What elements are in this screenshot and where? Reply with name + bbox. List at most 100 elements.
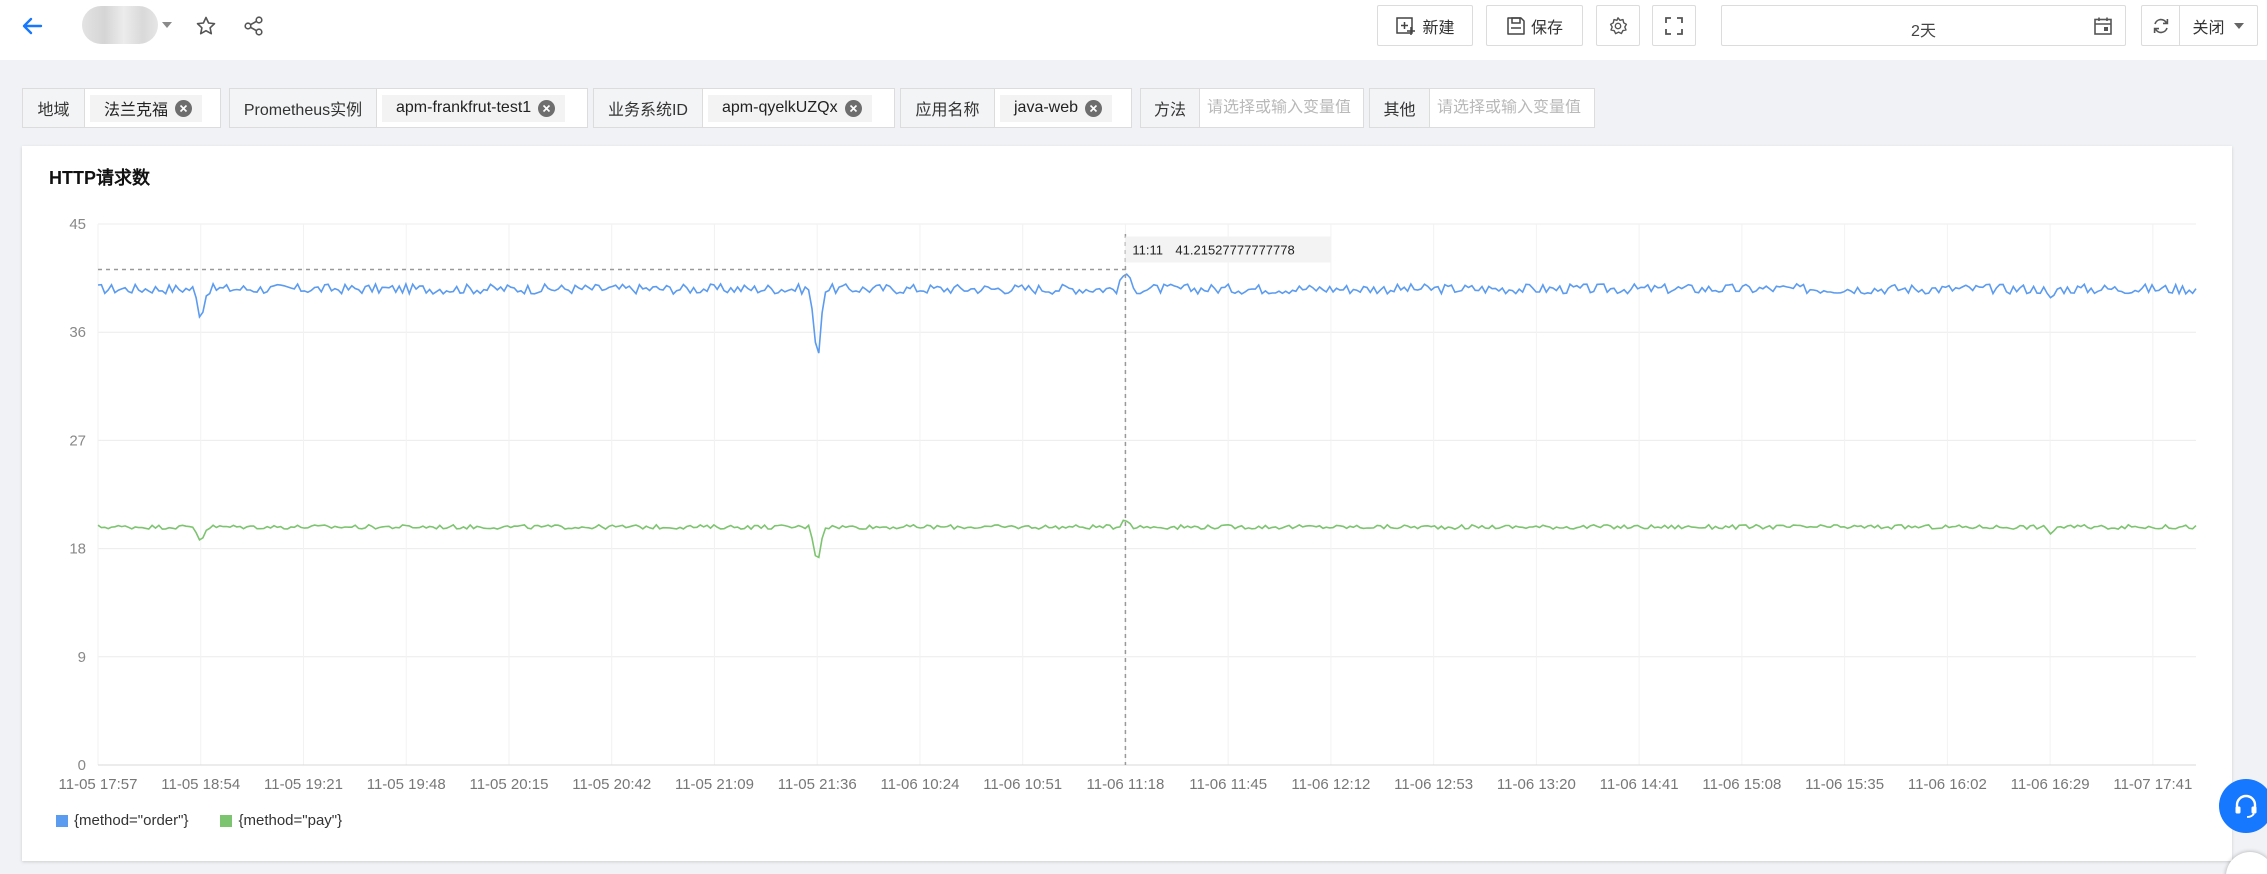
filter-tag-label: 法兰克福	[104, 102, 169, 119]
filter-label: 其他	[1370, 89, 1430, 127]
customer-support-button[interactable]	[2219, 779, 2267, 833]
y-tick-label: 36	[69, 324, 86, 341]
x-tick-label: 11-06 16:02	[1908, 776, 1987, 793]
dashboard-name-blurred[interactable]	[82, 6, 158, 44]
legend-item[interactable]: {method="order"}	[56, 812, 188, 829]
caret-down-icon[interactable]	[160, 19, 174, 31]
back-button[interactable]	[16, 10, 48, 42]
filter-value-area	[1430, 89, 1594, 127]
new-button[interactable]: 新建	[1377, 5, 1473, 46]
filter-label: Prometheus实例	[230, 89, 377, 127]
star-icon	[196, 16, 216, 35]
save-button-label: 保存	[1530, 19, 1563, 37]
filter-tag: apm-frankfrut-test1	[382, 94, 566, 122]
y-tick-label: 27	[69, 432, 86, 449]
filter-tag-label: java-web	[1014, 99, 1079, 116]
legend-item[interactable]: {method="pay"}	[220, 812, 342, 829]
x-tick-label: 11-05 18:54	[161, 776, 240, 793]
series-line	[97, 519, 2197, 559]
filter-tag: java-web	[1000, 94, 1113, 122]
filter-value-area[interactable]: apm-frankfrut-test1	[377, 89, 587, 127]
remove-tag-icon[interactable]	[175, 99, 193, 117]
filter-label: 业务系统ID	[594, 89, 703, 127]
legend-swatch	[56, 814, 68, 827]
filter-value-area[interactable]: 法兰克福	[85, 89, 220, 127]
x-tick-label: 11-06 11:18	[1087, 776, 1165, 793]
tooltip-time: 11:11	[1132, 243, 1163, 258]
top-toolbar: 新建 保存 2天 关闭	[0, 0, 2267, 60]
filter-value-area	[1200, 89, 1363, 127]
x-tick-label: 11-06 10:24	[880, 776, 959, 793]
remove-tag-icon[interactable]	[538, 99, 556, 117]
remove-tag-icon[interactable]	[844, 99, 862, 117]
y-tick-label: 0	[78, 757, 86, 774]
filter-tag: apm-qyelkUZQx	[708, 94, 872, 122]
refresh-icon	[2153, 18, 2168, 33]
new-button-label: 新建	[1422, 19, 1455, 37]
star-button[interactable]	[190, 10, 222, 42]
filter-value-area[interactable]: java-web	[995, 89, 1131, 127]
refresh-interval-value: 关闭	[2192, 19, 2225, 37]
filter-label: 地域	[23, 89, 85, 127]
x-tick-label: 11-05 20:42	[572, 776, 651, 793]
x-tick-label: 11-06 13:20	[1497, 776, 1576, 793]
share-icon	[244, 16, 263, 36]
x-tick-label: 11-06 11:45	[1189, 776, 1267, 793]
remove-tag-icon[interactable]	[1085, 99, 1103, 117]
y-tick-label: 9	[78, 649, 86, 666]
x-tick-label: 11-05 21:09	[675, 776, 754, 793]
auto-refresh-control: 关闭	[2141, 5, 2258, 46]
filter-prometheus-instance: Prometheus实例 apm-frankfrut-test1	[229, 88, 588, 128]
legend-swatch	[220, 814, 233, 827]
series-line	[97, 273, 2197, 354]
x-tick-label: 11-05 19:21	[264, 776, 343, 793]
filter-tag: 法兰克福	[90, 94, 203, 122]
filter-method: 方法	[1140, 88, 1364, 128]
filter-value-area[interactable]: apm-qyelkUZQx	[703, 89, 894, 127]
x-tick-label: 11-05 21:36	[778, 776, 857, 793]
refresh-interval-select[interactable]: 关闭	[2180, 6, 2257, 45]
save-button[interactable]: 保存	[1486, 5, 1583, 46]
x-tick-label: 11-06 12:53	[1394, 776, 1473, 793]
calendar-icon[interactable]	[2093, 16, 2113, 36]
arrow-left-icon	[22, 17, 43, 35]
caret-down-icon	[2233, 22, 2244, 29]
filter-business-system-id: 业务系统ID apm-qyelkUZQx	[593, 88, 895, 128]
legend-label: {method="pay"}	[238, 812, 343, 829]
filter-other: 其他	[1369, 88, 1595, 128]
floating-tool-button[interactable]	[2226, 852, 2267, 874]
y-tick-label: 45	[69, 216, 86, 233]
y-tick-label: 18	[69, 541, 86, 558]
filter-tag-label: apm-qyelkUZQx	[722, 99, 838, 116]
settings-button[interactable]	[1596, 5, 1640, 46]
time-range-picker[interactable]: 2天	[1721, 5, 2126, 46]
x-tick-label: 11-06 15:08	[1702, 776, 1781, 793]
save-icon	[1507, 16, 1525, 35]
chart-panel: HTTP请求数 0 9 18 27 36 45 11-05 17:57 11-05 18:54…	[22, 146, 2232, 861]
add-panel-icon	[1396, 16, 1416, 35]
tooltip-value: 41.21527777777778	[1175, 243, 1294, 258]
line-chart[interactable]: 0 9 18 27 36 45 11-05 17:57 11-05 18:54 11-05 19…	[22, 146, 2232, 861]
time-range-value: 2天	[1911, 23, 1936, 40]
share-button[interactable]	[238, 10, 270, 42]
x-tick-label: 11-05 19:48	[367, 776, 446, 793]
fullscreen-button[interactable]	[1652, 5, 1696, 46]
other-filter-input[interactable]	[1430, 99, 1594, 117]
filter-application-name: 应用名称 java-web	[900, 88, 1132, 128]
x-tick-label: 11-05 17:57	[59, 776, 138, 793]
filter-label: 方法	[1141, 89, 1200, 127]
x-tick-label: 11-06 15:35	[1805, 776, 1884, 793]
x-tick-label: 11-06 14:41	[1600, 776, 1679, 793]
method-filter-input[interactable]	[1200, 99, 1363, 117]
x-tick-label: 11-06 10:51	[983, 776, 1062, 793]
x-tick-label: 11-06 16:29	[2011, 776, 2090, 793]
chart-legend: {method="order"} {method="pay"}	[56, 812, 342, 829]
legend-label: {method="order"}	[74, 812, 189, 829]
filter-region: 地域 法兰克福	[22, 88, 221, 128]
gear-icon	[1609, 16, 1628, 34]
headset-icon	[2235, 794, 2257, 818]
refresh-button[interactable]	[2142, 6, 2180, 45]
fullscreen-icon	[1665, 16, 1683, 35]
filter-tag-label: apm-frankfrut-test1	[396, 99, 532, 116]
x-tick-label: 11-05 20:15	[469, 776, 548, 793]
